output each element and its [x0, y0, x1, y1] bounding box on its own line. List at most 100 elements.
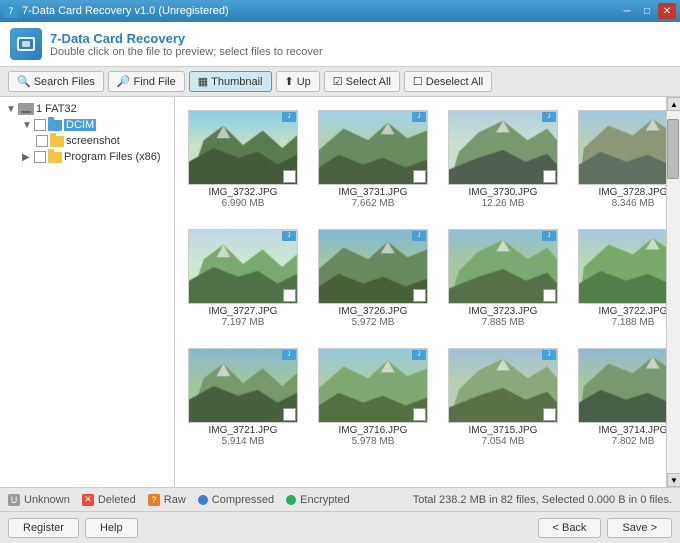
thumbnail-checkbox[interactable] [543, 408, 556, 421]
thumbnail-filesize: 7.885 MB [482, 317, 525, 328]
folder-program-files[interactable]: ▶ Program Files (x86) [20, 149, 170, 165]
window-title: 7-Data Card Recovery v1.0 (Unregistered) [22, 5, 229, 17]
file-type-badge: J [282, 112, 296, 122]
app-icon: 7 [4, 4, 18, 18]
app-name: 7-Data Card Recovery [50, 31, 323, 46]
thumbnail-filesize: 6.990 MB [222, 198, 265, 209]
scroll-up-button[interactable]: ▲ [667, 97, 680, 111]
thumbnail-filesize: 12.26 MB [482, 198, 525, 209]
find-file-button[interactable]: 🔎 Find File [108, 71, 185, 92]
compressed-dot [198, 495, 208, 505]
list-item[interactable]: JIMG_3731.JPG7.662 MB [313, 105, 433, 214]
app-logo [10, 28, 42, 60]
folder-icon-pf [48, 152, 62, 163]
up-button[interactable]: ⬆ Up [276, 71, 320, 92]
thumbnail-filename: IMG_3716.JPG [339, 425, 408, 436]
file-type-badge: J [542, 350, 556, 360]
bottom-left-buttons: Register Help [8, 518, 138, 538]
list-item[interactable]: J IMG_3732.JPG6.990 MB [183, 105, 303, 214]
tree-toggle[interactable]: ▼ [6, 104, 16, 115]
list-item[interactable]: JIMG_3715.JPG7.054 MB [443, 343, 563, 452]
title-bar: 7 7-Data Card Recovery v1.0 (Unregistere… [0, 0, 680, 22]
list-item[interactable]: JIMG_3714.JPG7.802 MB [573, 343, 666, 452]
thumbnail-filesize: 7.662 MB [352, 198, 395, 209]
thumbnail-wrapper: J [318, 229, 428, 304]
thumbnail-wrapper: J [188, 348, 298, 423]
thumbnail-filename: IMG_3730.JPG [469, 187, 538, 198]
list-item[interactable]: JIMG_3722.JPG7.188 MB [573, 224, 666, 333]
scroll-down-button[interactable]: ▼ [667, 473, 680, 487]
thumbnail-checkbox[interactable] [413, 289, 426, 302]
scroll-track[interactable] [667, 111, 680, 473]
folder-icon-dcim [48, 120, 62, 131]
select-all-icon: ☑ [333, 75, 343, 88]
list-item[interactable]: JIMG_3728.JPG8.346 MB [573, 105, 666, 214]
thumbnail-filename: IMG_3723.JPG [469, 306, 538, 317]
thumbnail-checkbox[interactable] [543, 170, 556, 183]
thumbnail-filesize: 5.914 MB [222, 436, 265, 447]
thumbnail-image [578, 348, 666, 423]
folder-dcim[interactable]: ▼ DCIM [20, 117, 170, 133]
help-button[interactable]: Help [85, 518, 138, 538]
deselect-all-icon: ☐ [413, 75, 423, 88]
scrollbar[interactable]: ▲ ▼ [666, 97, 680, 487]
compressed-label: Compressed [212, 494, 274, 506]
encrypted-dot [286, 495, 296, 505]
file-type-badge: J [412, 112, 426, 122]
toolbar: 🔍 Search Files 🔎 Find File ▦ Thumbnail ⬆… [0, 67, 680, 97]
thumbnail-wrapper: J [578, 348, 666, 423]
thumbnail-wrapper: J [188, 229, 298, 304]
thumbnail-checkbox[interactable] [283, 289, 296, 302]
raw-label: Raw [164, 494, 186, 506]
thumbnail-filesize: 8.346 MB [612, 198, 655, 209]
file-type-badge: J [542, 231, 556, 241]
folder-screenshot[interactable]: screenshot [20, 133, 170, 149]
tree-toggle-pf[interactable]: ▶ [22, 152, 32, 163]
status-raw: ? Raw [148, 494, 186, 506]
list-item[interactable]: J IMG_3730.JPG12.26 MB [443, 105, 563, 214]
thumbnail-checkbox[interactable] [283, 170, 296, 183]
status-deleted: ✕ Deleted [82, 494, 136, 506]
search-icon: 🔍 [17, 75, 31, 88]
deleted-label: Deleted [98, 494, 136, 506]
search-files-button[interactable]: 🔍 Search Files [8, 71, 104, 92]
close-button[interactable]: ✕ [658, 3, 676, 19]
thumbnail-checkbox[interactable] [283, 408, 296, 421]
thumbnail-checkbox[interactable] [413, 170, 426, 183]
thumbnail-area[interactable]: J IMG_3732.JPG6.990 MB JIMG_3731.JPG7.662 … [175, 97, 666, 487]
status-encrypted: Encrypted [286, 494, 350, 506]
thumbnail-filename: IMG_3728.JPG [599, 187, 666, 198]
file-type-badge: J [412, 231, 426, 241]
save-button[interactable]: Save > [607, 518, 672, 538]
app-header: 7-Data Card Recovery Double click on the… [0, 22, 680, 67]
thumbnail-grid: J IMG_3732.JPG6.990 MB JIMG_3731.JPG7.662 … [183, 105, 658, 452]
tree-drive[interactable]: ▼ 1 FAT32 [4, 101, 170, 117]
thumbnail-button[interactable]: ▦ Thumbnail [189, 71, 272, 92]
thumbnail-wrapper: J [318, 110, 428, 185]
list-item[interactable]: JIMG_3721.JPG5.914 MB [183, 343, 303, 452]
register-button[interactable]: Register [8, 518, 79, 538]
thumbnail-filename: IMG_3732.JPG [209, 187, 278, 198]
thumbnail-icon: ▦ [198, 75, 208, 88]
list-item[interactable]: J IMG_3723.JPG7.885 MB [443, 224, 563, 333]
bottom-bar: Register Help < Back Save > [0, 511, 680, 543]
scroll-thumb[interactable] [667, 119, 679, 179]
list-item[interactable]: JIMG_3716.JPG5.978 MB [313, 343, 433, 452]
drive-label: 1 FAT32 [36, 103, 77, 115]
thumbnail-checkbox[interactable] [413, 408, 426, 421]
thumbnail-filesize: 5.978 MB [352, 436, 395, 447]
thumbnail-image [578, 229, 666, 304]
tree-toggle-dcim[interactable]: ▼ [22, 120, 32, 131]
thumbnail-wrapper: J [448, 110, 558, 185]
list-item[interactable]: JIMG_3726.JPG5.972 MB [313, 224, 433, 333]
thumbnail-checkbox[interactable] [543, 289, 556, 302]
list-item[interactable]: JIMG_3727.JPG7.197 MB [183, 224, 303, 333]
back-button[interactable]: < Back [538, 518, 602, 538]
deselect-all-button[interactable]: ☐ Deselect All [404, 71, 492, 92]
select-all-button[interactable]: ☑ Select All [324, 71, 400, 92]
checkbox-dcim[interactable] [34, 119, 46, 131]
checkbox-screenshot[interactable] [36, 135, 48, 147]
maximize-button[interactable]: □ [638, 3, 656, 19]
minimize-button[interactable]: ─ [618, 3, 636, 19]
checkbox-pf[interactable] [34, 151, 46, 163]
